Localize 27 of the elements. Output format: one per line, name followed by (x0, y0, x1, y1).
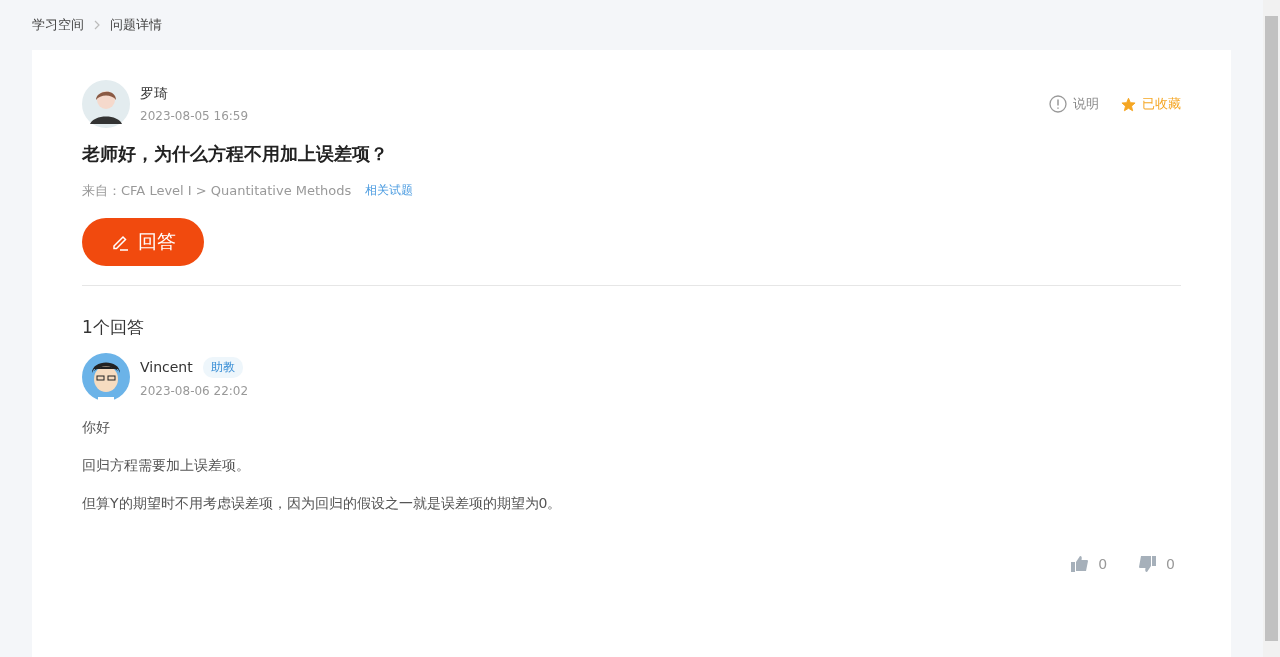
breadcrumb-link[interactable]: 学习空间 (32, 16, 84, 34)
explain-link[interactable]: 说明 (1049, 95, 1099, 113)
post-time: 2023-08-06 22:02 (140, 383, 249, 398)
answer-paragraph: 回归方程需要加上误差项。 (82, 457, 251, 475)
answer-button[interactable]: 回答 (82, 218, 204, 266)
answer-paragraph: 但算Y的期望时不用考虑误差项，因为回归的假设之一就是误差项的期望为0。 (82, 495, 563, 513)
dislike-button[interactable]: 0 (1133, 555, 1181, 573)
question-title: 老师好，为什么方程不用加上误差项？ (82, 142, 389, 166)
author-name: 罗琦 (140, 85, 169, 103)
answers-count: 1个回答 (82, 316, 145, 339)
like-button[interactable]: 0 (1065, 555, 1114, 573)
avatar-icon (82, 80, 130, 128)
thumbs-down-icon (1139, 556, 1157, 572)
related-questions-link[interactable]: 相关试题 (365, 182, 414, 200)
post-time: 2023-08-05 16:59 (140, 109, 249, 123)
favorite-link[interactable]: 已收藏 (1121, 95, 1181, 113)
avatar-icon (82, 353, 130, 401)
role-badge: 助教 (202, 356, 243, 378)
breadcrumb-current: 问题详情 (110, 16, 162, 34)
author-name: Vincent (140, 359, 193, 375)
info-icon (1049, 95, 1067, 113)
chevron-right-icon (94, 20, 100, 30)
question-source: 来自：CFA Level I > Quantitative Methods (82, 182, 352, 200)
answer-paragraph: 你好 (82, 419, 111, 437)
star-icon (1121, 96, 1136, 112)
scrollbar[interactable] (1263, 0, 1280, 657)
thumbs-up-icon (1071, 556, 1089, 572)
